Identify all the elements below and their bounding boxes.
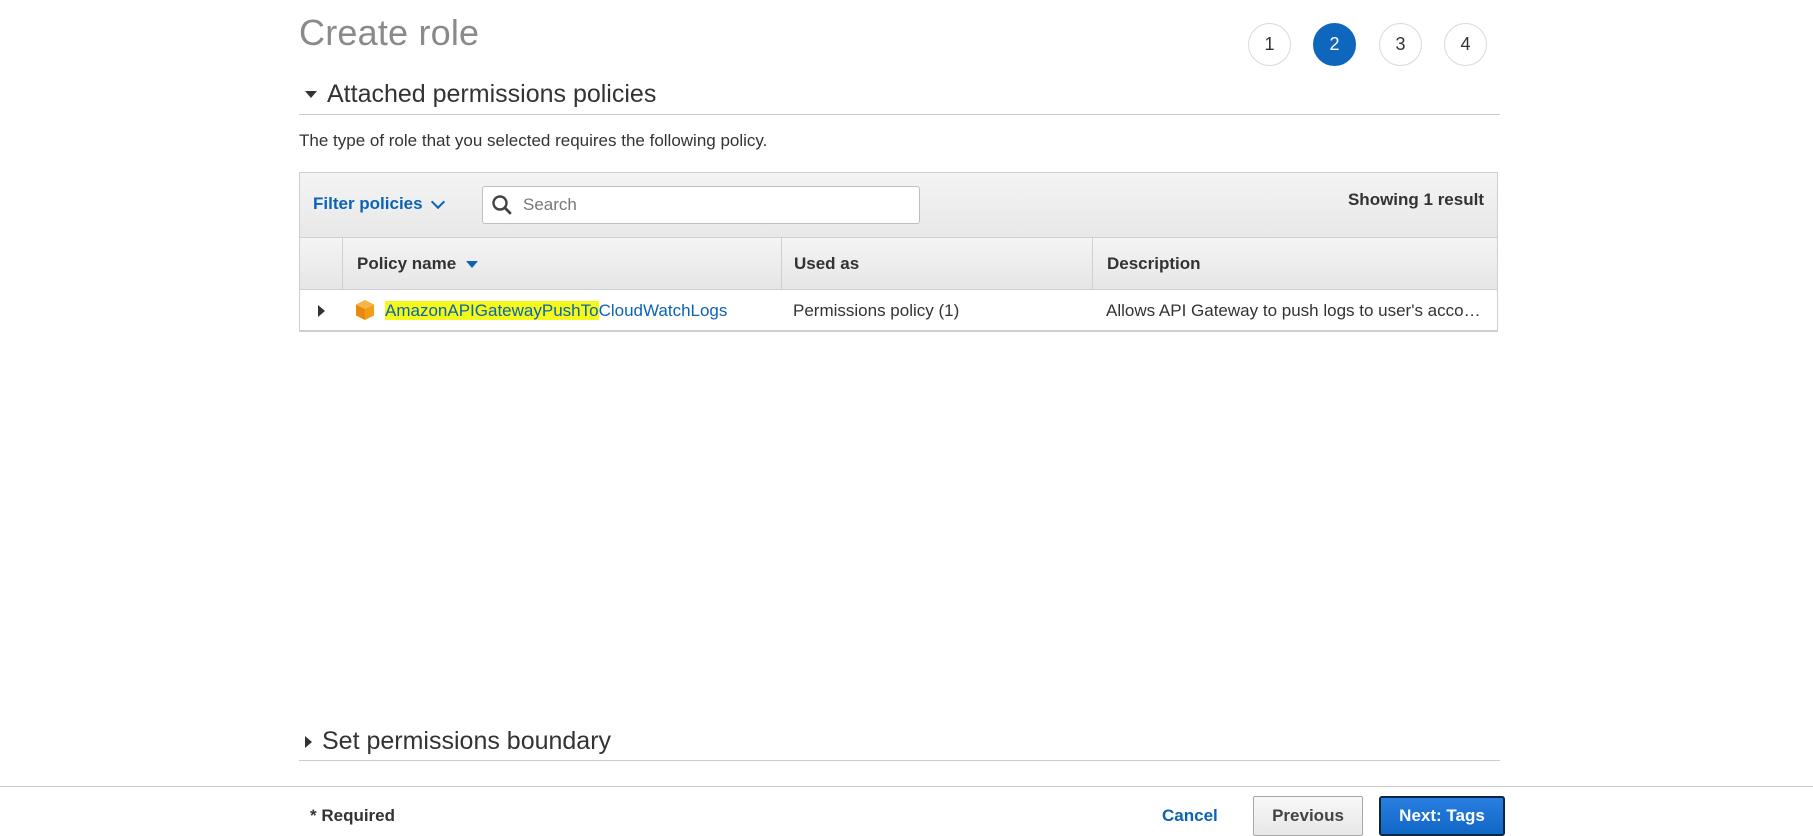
attached-policies-toggle[interactable]: Attached permissions policies: [305, 80, 656, 109]
result-count: Showing 1 result: [1347, 190, 1484, 209]
column-divider: [781, 238, 782, 289]
column-header-used-as: Used as: [794, 254, 860, 273]
column-header-policy-name-label: Policy name: [357, 254, 457, 273]
column-header-description: Description: [1107, 254, 1201, 273]
table-row: AmazonAPIGatewayPushToCloudWatchLogs Per…: [300, 291, 1497, 331]
policy-name-highlighted: AmazonAPIGatewayPushTo: [385, 301, 599, 320]
permissions-boundary-toggle[interactable]: Set permissions boundary: [305, 727, 611, 756]
filter-policies-label: Filter policies: [313, 194, 423, 213]
step-2-current[interactable]: 2: [1313, 23, 1356, 66]
policy-name[interactable]: AmazonAPIGatewayPushToCloudWatchLogs: [385, 301, 727, 320]
page-title: Create role: [299, 12, 480, 53]
search-box[interactable]: [482, 186, 920, 224]
caret-right-icon: [305, 735, 312, 748]
search-input[interactable]: [523, 195, 903, 215]
column-header-policy-name[interactable]: Policy name: [357, 254, 479, 274]
cancel-button[interactable]: Cancel: [1162, 806, 1218, 826]
table-header-row: Policy name Used as Description: [300, 237, 1497, 290]
step-4[interactable]: 4: [1444, 23, 1487, 66]
column-divider: [1092, 238, 1093, 289]
permissions-boundary-title: Set permissions boundary: [322, 727, 612, 755]
search-icon: [492, 195, 512, 215]
caret-down-icon: [305, 91, 317, 98]
filter-policies-dropdown[interactable]: Filter policies: [313, 194, 445, 214]
next-tags-button[interactable]: Next: Tags: [1379, 796, 1505, 836]
policy-name-link[interactable]: AmazonAPIGatewayPushToCloudWatchLogs: [385, 301, 727, 321]
column-divider: [342, 238, 343, 289]
attached-policies-title: Attached permissions policies: [327, 80, 657, 108]
description-cell: Allows API Gateway to push logs to user'…: [1106, 301, 1484, 320]
step-3[interactable]: 3: [1379, 23, 1422, 66]
caret-right-icon[interactable]: [318, 305, 325, 317]
attached-policies-description: The type of role that you selected requi…: [299, 131, 768, 150]
required-note: * Required: [310, 806, 396, 825]
aws-policy-cube-icon: [356, 300, 374, 320]
sort-descending-icon: [466, 261, 479, 269]
step-1[interactable]: 1: [1248, 23, 1291, 66]
used-as-cell: Permissions policy (1): [793, 301, 960, 320]
chevron-down-icon: [430, 194, 445, 209]
previous-button[interactable]: Previous: [1253, 796, 1363, 836]
footer-divider: [0, 786, 1813, 787]
policy-name-rest: CloudWatchLogs: [598, 301, 728, 320]
section-divider: [299, 114, 1500, 115]
section-divider: [299, 760, 1500, 761]
